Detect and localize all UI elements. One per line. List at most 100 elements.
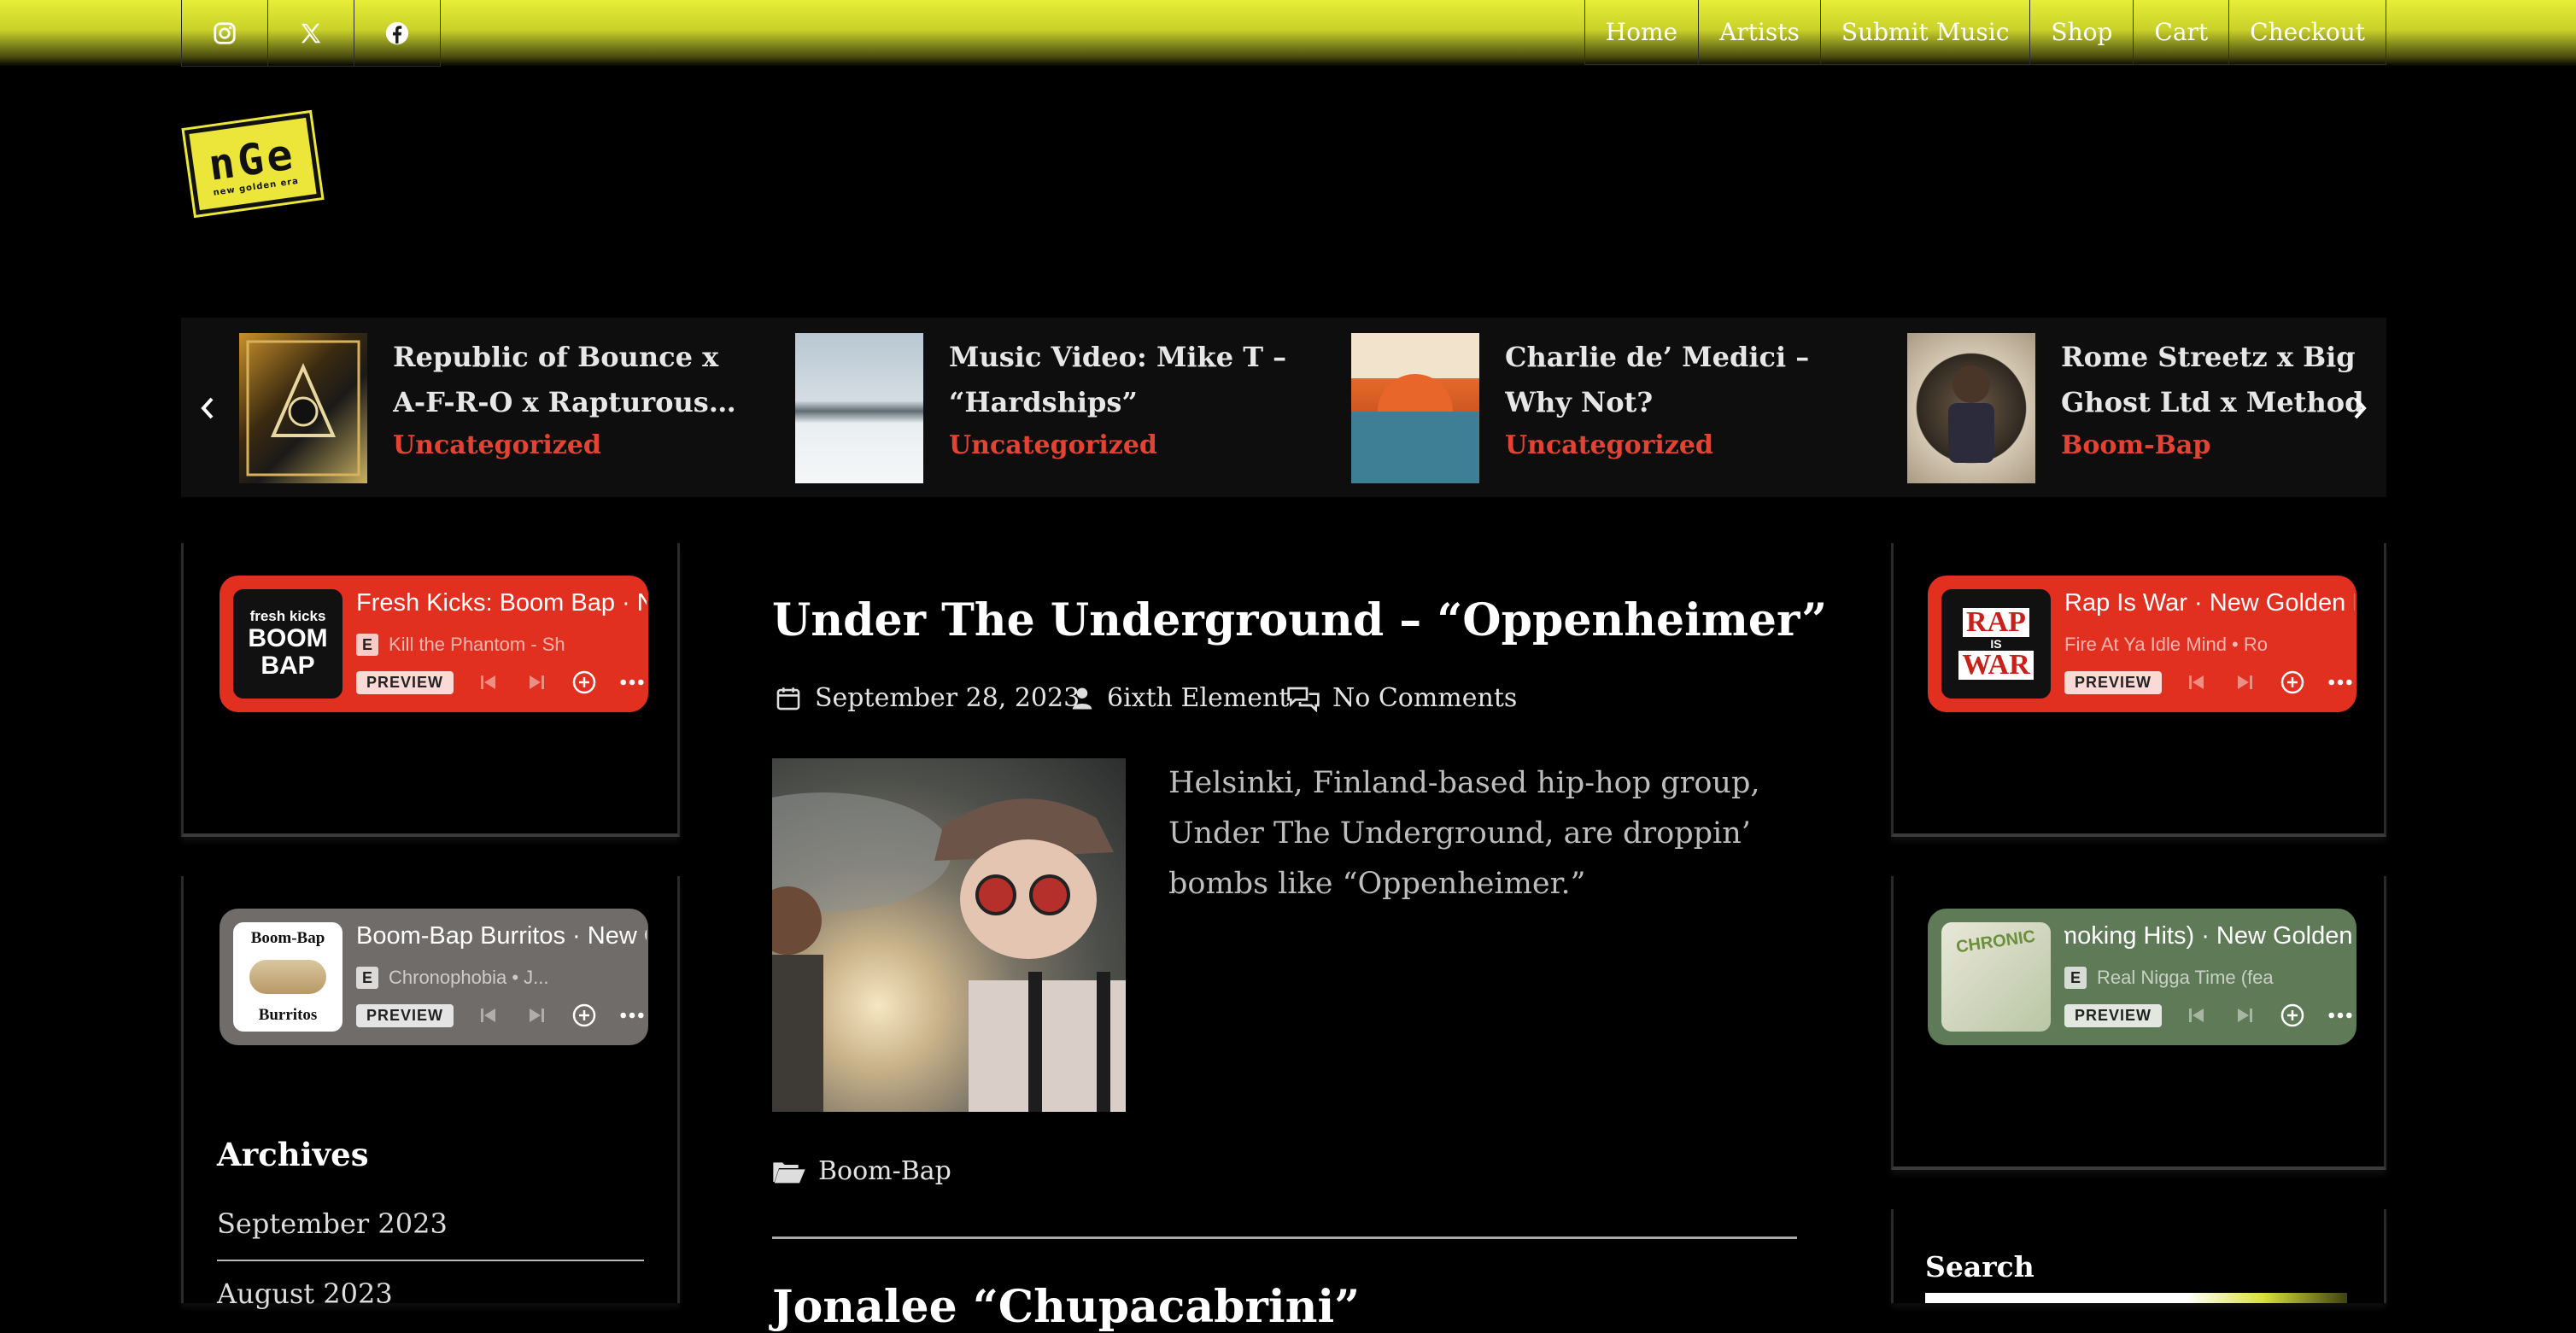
skip-back-button[interactable] (2184, 669, 2210, 695)
carousel-prev-button[interactable] (193, 391, 222, 425)
archive-link[interactable]: August 2023 (217, 1277, 644, 1310)
site-logo[interactable]: nGe new golden era (184, 113, 322, 215)
post-author[interactable]: 6ixth Element (1069, 683, 1289, 713)
folder-open-icon (773, 1161, 805, 1183)
add-button[interactable] (571, 669, 597, 695)
nav-submit-music[interactable]: Submit Music (1819, 0, 2031, 65)
plus-circle-icon (572, 670, 596, 694)
skip-back-button[interactable] (476, 1003, 501, 1028)
facebook-link[interactable] (354, 0, 441, 67)
cover-text: fresh kicks (249, 608, 326, 624)
player-track-row: E Real Nigga Time (fea (2064, 967, 2355, 989)
more-dots-icon (620, 679, 644, 686)
more-options-button[interactable] (619, 669, 645, 695)
post-category[interactable]: Boom-Bap (772, 1156, 951, 1186)
post-comments[interactable]: No Comments (1286, 683, 1517, 713)
next-post-title[interactable]: Jonalee “Chupacabrini” (772, 1281, 1360, 1333)
post-excerpt: Helsinki, Finland-based hip-hop group, U… (1168, 766, 1760, 901)
post-date-text: September 28, 2023 (815, 683, 1080, 713)
add-button[interactable] (2280, 1003, 2305, 1028)
player-track-row: Fire At Ya Idle Mind • Ro (2064, 634, 2355, 656)
spotify-embed-player[interactable]: fresh kicks BOOM BAP Fresh Kicks: Boom B… (220, 576, 648, 712)
skip-forward-icon (530, 675, 545, 689)
nav-shop[interactable]: Shop (2029, 0, 2134, 65)
player-track[interactable]: Fire At Ya Idle Mind • Ro (2064, 634, 2268, 656)
archive-link[interactable]: September 2023 (217, 1207, 644, 1240)
comments-icon (1287, 687, 1320, 712)
more-dots-icon (2328, 679, 2352, 686)
search-input[interactable] (1925, 1293, 2347, 1303)
skip-back-icon (481, 675, 496, 689)
search-heading: Search (1925, 1250, 2034, 1283)
user-icon (1072, 687, 1092, 709)
more-options-button[interactable] (619, 1003, 645, 1028)
nav-cart[interactable]: Cart (2133, 0, 2230, 65)
carousel-card-title[interactable]: Charlie de’ Medici – Why Not? (1505, 335, 1855, 425)
skip-forward-button[interactable] (2232, 669, 2257, 695)
carousel-card[interactable]: Republic of Bounce x A-F-R-O x Rapturous… (181, 318, 760, 497)
instagram-icon (214, 21, 236, 44)
skip-forward-button[interactable] (2232, 1003, 2257, 1028)
x-link[interactable] (267, 0, 354, 67)
nav-checkout[interactable]: Checkout (2228, 0, 2386, 65)
add-button[interactable] (2280, 669, 2305, 695)
skip-forward-icon (2238, 675, 2253, 689)
main-navigation: Home Artists Submit Music Shop Cart Chec… (1584, 0, 2386, 67)
player-track[interactable]: Kill the Phantom - Sh (389, 634, 565, 656)
cover-text: WAR (1958, 651, 2034, 680)
player-track-row: E Chronophobia • J... (356, 967, 647, 989)
player-controls: PREVIEW (356, 669, 645, 695)
player-track[interactable]: Chronophobia • J... (389, 967, 548, 989)
featured-posts-carousel: Republic of Bounce x A-F-R-O x Rapturous… (181, 318, 2386, 497)
spotify-embed-player[interactable]: RAP IS WAR Rap Is War · New Golden Era F… (1928, 576, 2356, 712)
spotify-embed-player[interactable]: CHRONIC (Smoking Hits) · New Golden Era … (1928, 909, 2356, 1045)
skip-forward-icon (2238, 1009, 2253, 1022)
player-track[interactable]: Real Nigga Time (fea (2097, 967, 2274, 989)
playlist-cover: Boom-Bap Burritos (233, 922, 342, 1032)
post-featured-image[interactable] (772, 758, 1126, 1112)
cover-text: Burritos (258, 1006, 318, 1024)
instagram-link[interactable] (181, 0, 268, 67)
skip-forward-button[interactable] (524, 669, 549, 695)
player-title[interactable]: Fresh Kicks: Boom Bap · New Golden Era (356, 589, 647, 617)
player-title[interactable]: (Smoking Hits) · New Golden Era (2064, 922, 2355, 950)
carousel-card-title[interactable]: Music Video: Mike T – “Hardships” (949, 335, 1299, 425)
post-title[interactable]: Under The Underground – “Oppenheimer” (772, 594, 1827, 646)
preview-badge: PREVIEW (356, 670, 454, 694)
nav-home[interactable]: Home (1584, 0, 1700, 65)
player-title-text: (Smoking Hits) · New Golden Era (2064, 922, 2355, 950)
more-options-button[interactable] (2327, 1003, 2353, 1028)
carousel-card-category[interactable]: Uncategorized (949, 430, 1157, 460)
post-date[interactable]: September 28, 2023 (774, 683, 1080, 713)
carousel-card[interactable]: Charlie de’ Medici – Why Not? Uncategori… (1293, 318, 1872, 497)
carousel-card[interactable]: Music Video: Mike T – “Hardships” Uncate… (737, 318, 1316, 497)
skip-back-button[interactable] (476, 669, 501, 695)
carousel-card[interactable]: Rome Streetz x Big Ghost Ltd x Method Ma… (1849, 318, 2386, 497)
calendar-icon (776, 687, 800, 710)
cover-text: BAP (261, 652, 315, 680)
player-title[interactable]: Boom-Bap Burritos · New Golden Era (356, 922, 647, 950)
carousel-card-category[interactable]: Uncategorized (393, 430, 601, 460)
carousel-next-button[interactable] (2345, 391, 2374, 425)
preview-badge: PREVIEW (356, 1003, 454, 1027)
cover-text: RAP (1963, 608, 2029, 637)
carousel-card-title[interactable]: Republic of Bounce x A-F-R-O x Rapturous… (393, 335, 743, 425)
post-category-text: Boom-Bap (818, 1156, 951, 1186)
skip-forward-button[interactable] (524, 1003, 549, 1028)
carousel-card-category[interactable]: Boom-Bap (2061, 430, 2210, 460)
top-bar: Home Artists Submit Music Shop Cart Chec… (0, 0, 2576, 67)
plus-circle-icon (2280, 1003, 2304, 1027)
player-controls: PREVIEW (2064, 1003, 2353, 1028)
plus-circle-icon (572, 1003, 596, 1027)
spotify-embed-player[interactable]: Boom-Bap Burritos Boom-Bap Burritos · Ne… (220, 909, 648, 1045)
preview-badge: PREVIEW (2064, 670, 2163, 694)
facebook-icon (385, 21, 409, 44)
player-title[interactable]: Rap Is War · New Golden Era (2064, 589, 2355, 617)
social-links (181, 0, 441, 67)
skip-back-button[interactable] (2184, 1003, 2210, 1028)
playlist-cover: fresh kicks BOOM BAP (233, 589, 342, 699)
nav-artists[interactable]: Artists (1698, 0, 1821, 65)
add-button[interactable] (571, 1003, 597, 1028)
more-options-button[interactable] (2327, 669, 2353, 695)
carousel-card-category[interactable]: Uncategorized (1505, 430, 1713, 460)
